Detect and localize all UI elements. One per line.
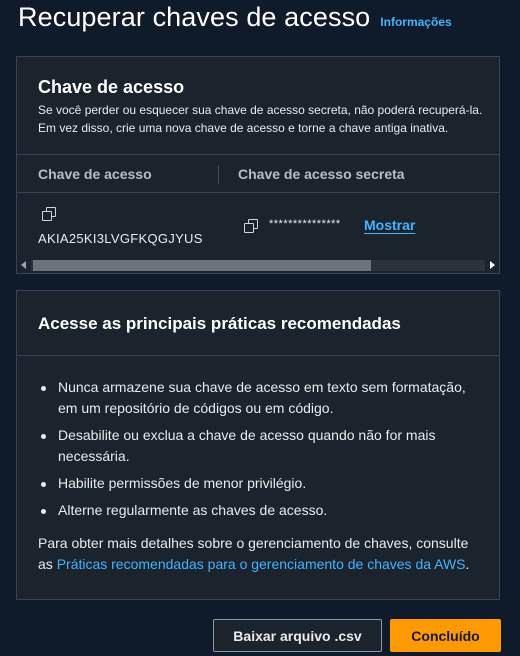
access-key-panel: Chave de acesso Se você perder ou esquec… <box>16 56 500 274</box>
footer-suffix: . <box>465 556 470 572</box>
page-title: Recuperar chaves de acesso <box>18 2 371 32</box>
scroll-right-arrow-icon[interactable] <box>490 261 495 269</box>
page-header: Recuperar chaves de acesso Informações <box>18 2 452 33</box>
copy-icon-front <box>42 211 52 221</box>
column-header-access-key: Chave de acesso <box>38 166 152 182</box>
best-practices-header: Acesse as principais práticas recomendad… <box>17 291 499 356</box>
list-item: Habilite permissões de menor privilégio. <box>38 473 483 494</box>
column-header-secret-key: Chave de acesso secreta <box>238 166 405 182</box>
column-divider[interactable] <box>218 165 219 184</box>
access-key-id: AKIA25KI3LVGFKQGJYUS <box>38 231 203 246</box>
best-practices-list: Nunca armazene sua chave de acesso em te… <box>38 377 483 527</box>
access-key-panel-description: Se você perder ou esquecer sua chave de … <box>38 103 483 135</box>
list-item: Nunca armazene sua chave de acesso em te… <box>38 377 483 419</box>
show-secret-link[interactable]: Mostrar <box>364 217 415 233</box>
download-csv-button[interactable]: Baixar arquivo .csv <box>213 619 382 652</box>
horizontal-scrollbar[interactable] <box>17 257 499 273</box>
best-practices-panel: Acesse as principais práticas recomendad… <box>16 290 500 600</box>
copy-secret-key-icon[interactable] <box>244 219 258 233</box>
scroll-left-arrow-icon[interactable] <box>21 261 26 269</box>
access-key-panel-title: Chave de acesso <box>38 77 185 97</box>
list-item: Desabilite ou exclua a chave de acesso q… <box>38 425 483 467</box>
list-item: Alterne regularmente as chaves de acesso… <box>38 500 483 521</box>
info-link[interactable]: Informações <box>380 15 451 29</box>
best-practices-link[interactable]: Práticas recomendadas para o gerenciamen… <box>57 556 466 572</box>
best-practices-title: Acesse as principais práticas recomendad… <box>38 314 401 333</box>
secret-key-masked: *************** <box>269 218 341 230</box>
scroll-thumb[interactable] <box>33 260 371 271</box>
copy-access-key-icon[interactable] <box>42 207 56 221</box>
best-practices-footer: Para obter mais detalhes sobre o gerenci… <box>38 533 483 575</box>
keys-table-header: Chave de acesso Chave de acesso secreta <box>17 154 499 193</box>
done-button[interactable]: Concluído <box>390 619 501 652</box>
copy-icon-front <box>244 223 254 233</box>
